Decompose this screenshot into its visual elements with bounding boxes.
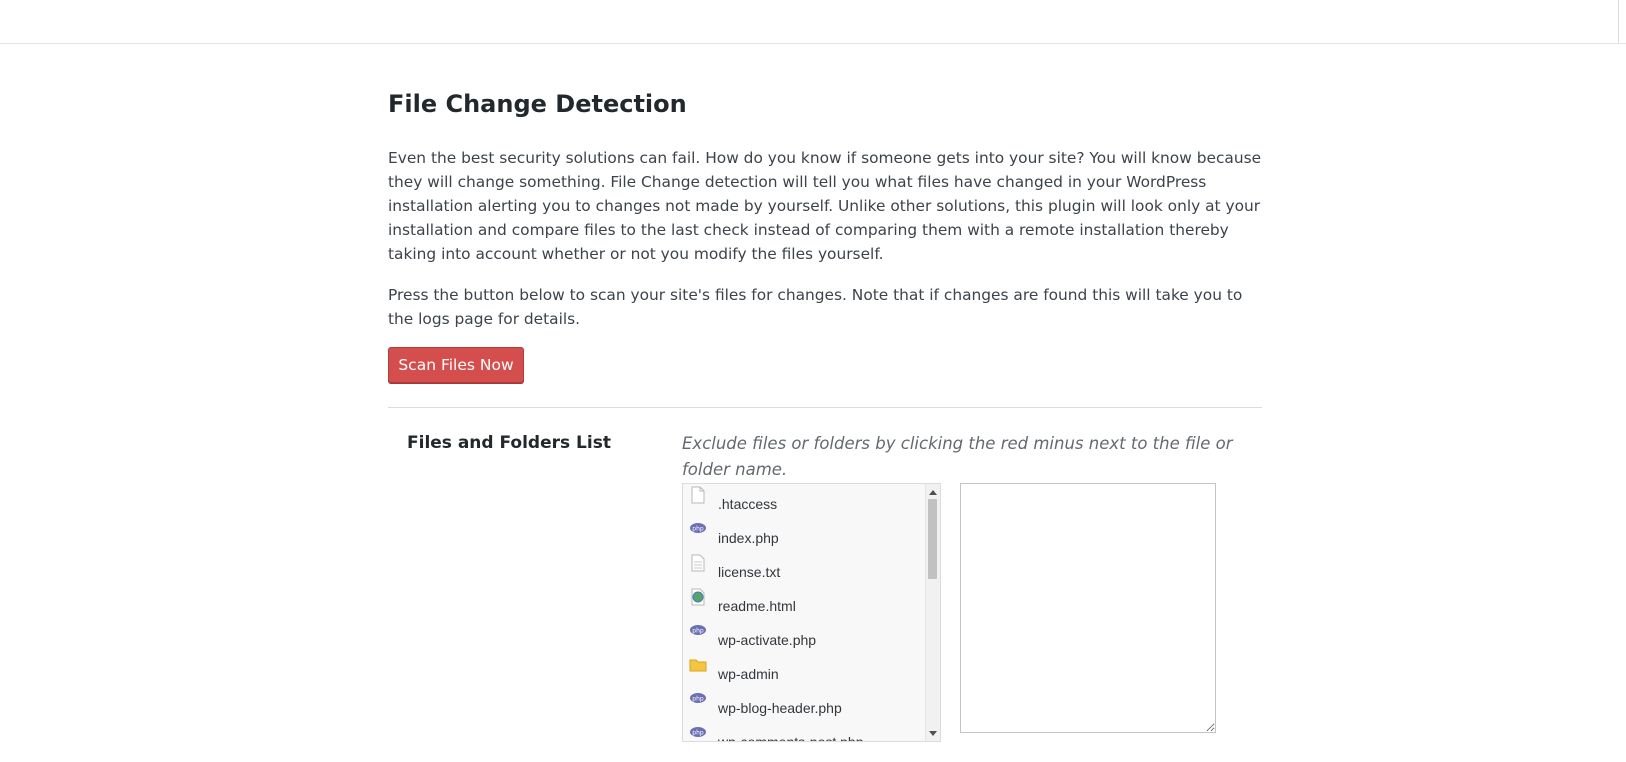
folder-name: wp-admin [718, 666, 779, 682]
file-tree-item[interactable]: php wp-comments-post.php [688, 724, 928, 742]
file-name: wp-comments-post.php [718, 734, 864, 742]
scan-files-now-button[interactable]: Scan Files Now [388, 347, 524, 383]
folder-icon [689, 659, 707, 672]
scroll-thumb[interactable] [928, 499, 937, 579]
svg-text:php: php [692, 730, 704, 737]
svg-text:php: php [692, 628, 704, 635]
file-tree-scrollbar[interactable] [925, 484, 940, 741]
file-name: readme.html [718, 598, 796, 614]
file-change-panel: File Change Detection Even the best secu… [388, 88, 1262, 742]
file-tree-item[interactable]: php wp-activate.php [688, 622, 928, 652]
php-file-icon: php [690, 693, 706, 703]
files-folders-label: Files and Folders List [407, 433, 611, 453]
html-file-icon [691, 588, 705, 606]
text-file-icon [691, 554, 705, 572]
description-text: Even the best security solutions can fai… [388, 149, 1262, 263]
scroll-up-icon[interactable] [929, 490, 937, 495]
file-name: .htaccess [718, 496, 778, 512]
file-tree[interactable]: .htaccess php index.php license.txt read… [682, 483, 941, 742]
file-tree-item[interactable]: wp-admin [688, 656, 928, 686]
file-tree-item[interactable]: license.txt [688, 554, 928, 584]
page-title: File Change Detection [388, 90, 687, 118]
file-tree-item[interactable]: php wp-blog-header.php [688, 690, 928, 720]
php-file-icon: php [690, 523, 706, 533]
top-bar-edge [1618, 0, 1619, 43]
file-tree-item[interactable]: .htaccess [688, 486, 928, 516]
file-tree-item[interactable]: readme.html [688, 588, 928, 618]
section-divider [388, 407, 1262, 408]
file-tree-item[interactable]: php index.php [688, 520, 928, 550]
top-bar [0, 0, 1626, 44]
php-file-icon: php [690, 625, 706, 635]
file-name: wp-activate.php [718, 632, 817, 648]
exclude-hint-text: Exclude files or folders by clicking the… [682, 434, 1233, 479]
svg-text:php: php [692, 696, 704, 703]
file-name: index.php [718, 530, 779, 546]
file-name: license.txt [718, 564, 781, 580]
scan-instructions-text: Press the button below to scan your site… [388, 286, 1243, 328]
php-file-icon: php [690, 727, 706, 737]
scroll-down-icon[interactable] [929, 731, 937, 736]
svg-text:php: php [692, 526, 704, 533]
file-name: wp-blog-header.php [718, 700, 842, 716]
excluded-files-textarea[interactable] [960, 483, 1216, 733]
file-icon [691, 486, 705, 504]
